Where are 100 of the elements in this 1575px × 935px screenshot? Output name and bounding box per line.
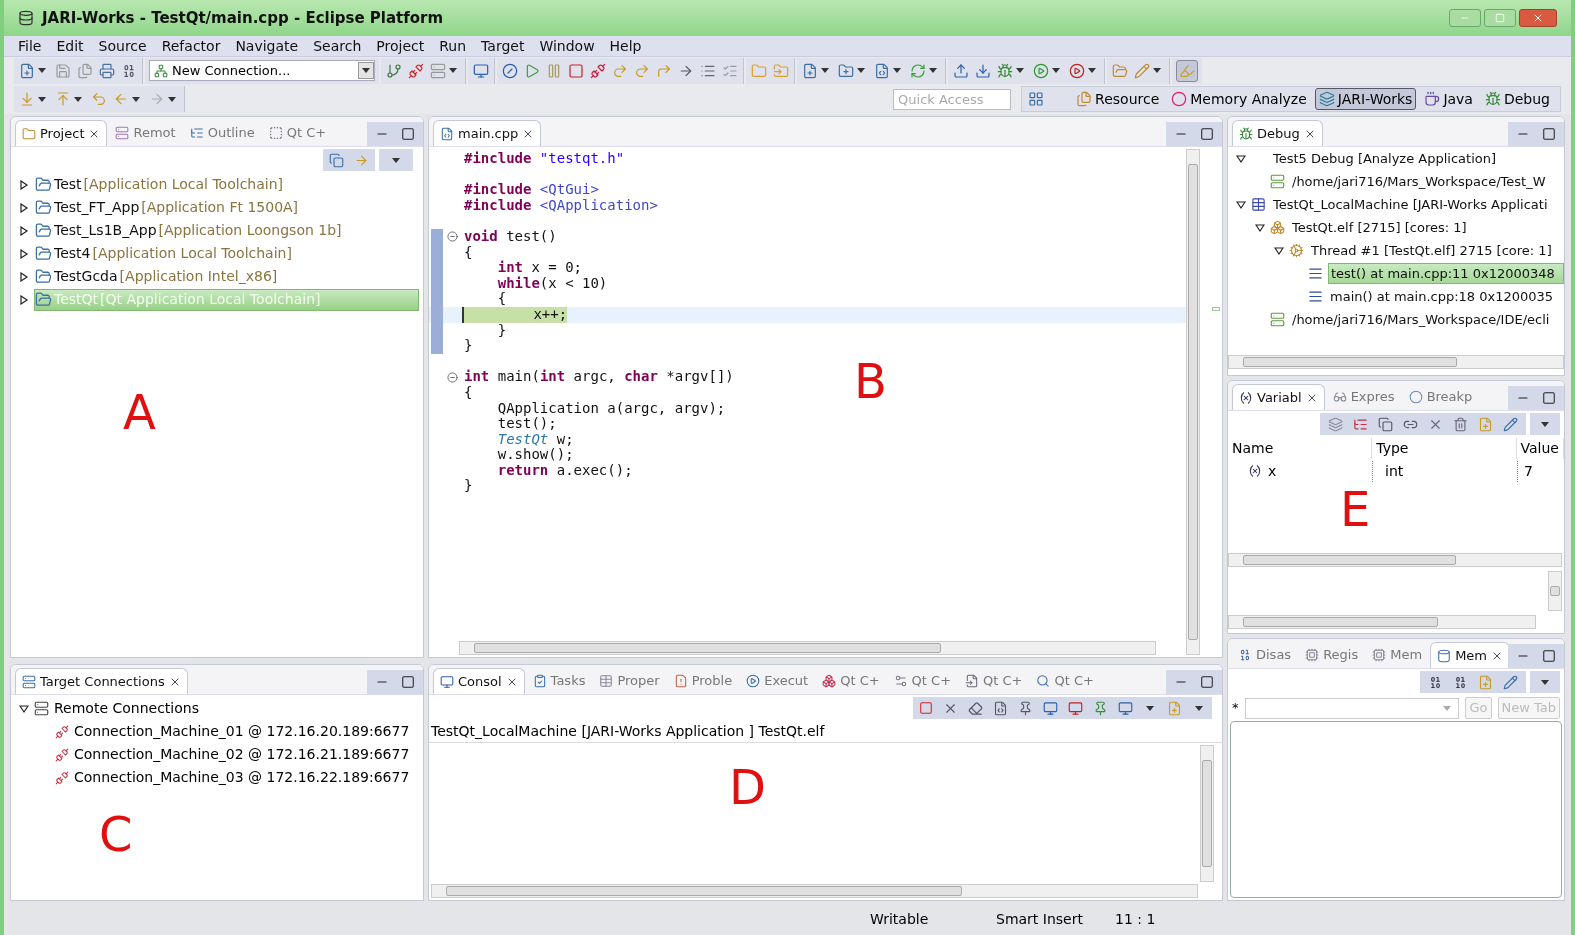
process-icon[interactable] bbox=[1270, 220, 1285, 235]
terminate-icon[interactable] bbox=[568, 62, 584, 79]
new-source-file-icon[interactable] bbox=[874, 62, 890, 79]
menu-item[interactable]: Run bbox=[439, 35, 467, 57]
caret-icon[interactable] bbox=[1088, 68, 1096, 73]
tree-item[interactable]: Test_Ls1B_App[Application Loongson 1b] bbox=[34, 219, 419, 242]
tab[interactable]: Mem bbox=[1430, 642, 1510, 668]
scroll-lock-icon[interactable] bbox=[1018, 700, 1033, 716]
expand-arrow-icon[interactable] bbox=[19, 271, 29, 282]
new-file-icon[interactable] bbox=[19, 62, 35, 79]
tab[interactable]: Proble bbox=[667, 668, 739, 694]
qt-icon[interactable] bbox=[893, 674, 908, 688]
caret-icon[interactable] bbox=[362, 68, 370, 73]
expand-arrow-icon[interactable] bbox=[19, 294, 29, 305]
target-icon[interactable] bbox=[22, 674, 36, 689]
open-perspective-icon[interactable] bbox=[1028, 91, 1045, 107]
binary-icon[interactable] bbox=[121, 62, 137, 79]
glasses-icon[interactable] bbox=[1332, 390, 1347, 404]
remove-all-icon[interactable] bbox=[1453, 416, 1468, 432]
search-icon[interactable] bbox=[1036, 674, 1051, 688]
disconnect-icon[interactable] bbox=[408, 62, 424, 79]
folder-icon[interactable] bbox=[22, 126, 36, 141]
tree-item[interactable]: test() at main.cpp:11 0x12000348 bbox=[1328, 262, 1564, 285]
stack-frame-icon[interactable] bbox=[1308, 266, 1323, 281]
remove-rendering-icon[interactable] bbox=[1453, 674, 1468, 690]
registers-icon[interactable] bbox=[1305, 648, 1320, 662]
maximize-icon[interactable] bbox=[1200, 127, 1214, 141]
new-folder-icon[interactable] bbox=[838, 62, 854, 79]
tree-item[interactable]: TestQt.elf [2715] [cores: 1] bbox=[1290, 217, 1564, 238]
qt-icon[interactable] bbox=[965, 674, 980, 688]
horizontal-scrollbar[interactable] bbox=[1228, 355, 1564, 369]
maximize-icon[interactable] bbox=[1200, 675, 1214, 689]
perspective-button[interactable]: Debug bbox=[1480, 88, 1554, 110]
caret-icon[interactable] bbox=[168, 96, 176, 102]
caret-icon[interactable] bbox=[1195, 705, 1203, 711]
horizontal-scrollbar[interactable] bbox=[431, 884, 1198, 898]
caret-icon[interactable] bbox=[38, 96, 46, 102]
cpp-file-icon[interactable] bbox=[440, 126, 454, 141]
tree-item[interactable]: Test_FT_App[Application Ft 1500A] bbox=[34, 196, 419, 219]
menu-item[interactable]: Source bbox=[98, 35, 147, 57]
perspective-button[interactable]: JARI-Works bbox=[1314, 88, 1417, 110]
menu-item[interactable]: Refactor bbox=[161, 35, 221, 57]
show-types-icon[interactable] bbox=[1328, 416, 1343, 432]
remove-all-icon[interactable] bbox=[968, 700, 983, 716]
run-tool-icon[interactable] bbox=[1069, 62, 1085, 79]
caret-icon[interactable] bbox=[1016, 68, 1024, 73]
expand-arrow-icon[interactable] bbox=[19, 202, 29, 213]
collapse-all-icon[interactable] bbox=[329, 152, 344, 168]
caret-icon[interactable] bbox=[821, 68, 829, 73]
console-icon[interactable] bbox=[440, 674, 454, 689]
printer-icon[interactable] bbox=[99, 62, 115, 79]
horizontal-scrollbar[interactable] bbox=[1228, 615, 1536, 629]
server-icon[interactable] bbox=[1270, 174, 1285, 189]
menu-item[interactable]: Search bbox=[313, 35, 362, 57]
tab[interactable]: Project bbox=[15, 120, 108, 146]
caret-icon[interactable] bbox=[392, 157, 400, 163]
maximize-icon[interactable] bbox=[401, 675, 415, 689]
variable-icon[interactable] bbox=[1239, 390, 1253, 405]
menu-item[interactable]: Navigate bbox=[235, 35, 299, 57]
tree-item[interactable]: Connection_Machine_01 @ 172.16.20.189:6677 bbox=[74, 721, 410, 742]
resume-icon[interactable] bbox=[524, 62, 540, 79]
vertical-scrollbar[interactable] bbox=[1548, 571, 1562, 611]
edit-icon[interactable] bbox=[1503, 674, 1518, 690]
caret-icon[interactable] bbox=[1541, 679, 1549, 685]
tab[interactable]: Qt C+ bbox=[816, 668, 886, 694]
tab[interactable]: Disas bbox=[1232, 642, 1298, 668]
menu-item[interactable]: Window bbox=[539, 35, 595, 57]
disconnect-icon[interactable] bbox=[590, 62, 606, 79]
tab[interactable]: Target Connections bbox=[15, 668, 188, 694]
tree-item[interactable]: Test[Application Local Toolchain] bbox=[34, 173, 419, 196]
stack-frame-icon[interactable] bbox=[1308, 289, 1323, 304]
maximize-icon[interactable] bbox=[1542, 391, 1556, 405]
perspective-button[interactable]: Resource bbox=[1072, 88, 1164, 110]
upload-icon[interactable] bbox=[953, 62, 969, 79]
caret-icon[interactable] bbox=[449, 68, 457, 73]
tree-item[interactable]: TestQt_LocalMachine [JARI-Works Applicati bbox=[1271, 194, 1564, 215]
tab[interactable]: Qt C+ bbox=[1030, 668, 1100, 694]
maximize-icon[interactable] bbox=[1542, 649, 1556, 663]
expand-arrow-icon[interactable] bbox=[19, 225, 29, 236]
perspective-button[interactable]: Java bbox=[1420, 88, 1477, 110]
memory-icon[interactable] bbox=[1437, 648, 1452, 663]
properties-icon[interactable] bbox=[599, 674, 614, 688]
tree-item[interactable]: Test5 Debug [Analyze Application] bbox=[1271, 148, 1564, 169]
tree-item[interactable]: Thread #1 [TestQt.elf] 2715 [core: 1] bbox=[1309, 240, 1564, 261]
connection-dropdown[interactable]: New Connection... bbox=[149, 60, 375, 81]
collapse-arrow-icon[interactable] bbox=[1236, 199, 1246, 210]
download-icon[interactable] bbox=[975, 62, 991, 79]
app-window-icon[interactable] bbox=[1251, 197, 1266, 212]
tree-item[interactable]: TestGcda[Application Intel_x86] bbox=[34, 265, 419, 288]
collapse-arrow-icon[interactable] bbox=[1236, 153, 1246, 164]
perspective-button[interactable]: Memory Analyze bbox=[1167, 88, 1311, 110]
add-rendering-icon[interactable] bbox=[1428, 674, 1443, 690]
tab[interactable]: Qt C+ bbox=[262, 120, 333, 146]
caret-icon[interactable] bbox=[1052, 68, 1060, 73]
menu-item[interactable]: File bbox=[18, 35, 42, 57]
tab[interactable]: Expres bbox=[1326, 384, 1401, 410]
skip-breakpoints-icon[interactable] bbox=[502, 62, 518, 79]
caret-icon[interactable] bbox=[929, 68, 937, 73]
tree-item[interactable]: /home/jari716/Mars_Workspace/Test_W bbox=[1290, 171, 1564, 192]
expand-arrow-icon[interactable] bbox=[19, 248, 29, 259]
